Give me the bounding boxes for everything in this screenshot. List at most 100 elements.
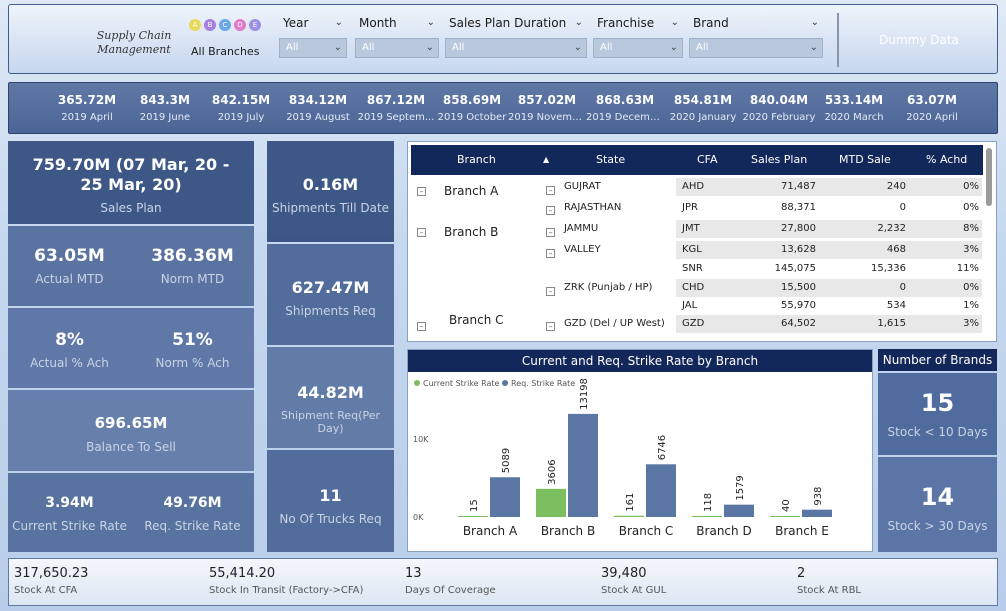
bar [770,516,800,517]
branch-c-icon[interactable]: C [219,19,231,31]
req-strike-rate: 49.76M Req. Strike Rate [144,495,241,533]
divider [837,13,839,67]
all-branches-label[interactable]: All Branches [191,45,259,58]
filter-month-select[interactable]: All ⌄ [355,38,439,58]
sort-icon[interactable]: ▲ [543,145,549,175]
chevron-down-icon[interactable]: ⌄ [671,15,683,31]
data-label: 161 [625,493,636,512]
filter-duration-select[interactable]: All ⌄ [445,38,587,58]
bar [692,516,722,517]
shipments-req-card: 627.47M Shipments Req [267,244,394,345]
chevron-down-icon[interactable]: ⌄ [335,15,347,31]
branch-e-icon[interactable]: E [249,19,261,31]
dropdown-icon: ⌄ [809,42,818,53]
state-cell: GZD (Del / UP West) [564,318,665,329]
filter-year-select[interactable]: All ⌄ [279,38,347,58]
data-label: 3606 [547,459,558,484]
filter-sales-plan-duration: Sales Plan Duration ⌄ All ⌄ [445,13,587,58]
filter-month-label: Month [359,16,397,30]
brands-title: Number of Brands [878,349,997,371]
col-state[interactable]: State [596,145,625,175]
month-card: 858.69M 2019 October [437,93,507,123]
month-card: 365.72M 2019 April [57,93,117,123]
legend-marker [414,380,420,386]
month-card: 868.63M 2019 December [586,93,664,123]
monthly-sales-strip: 365.72M 2019 April 843.3M 2019 June 842.15… [8,82,998,134]
filter-brand-label: Brand [693,16,729,30]
dropdown-icon: ⌄ [669,42,678,53]
bar [536,488,566,517]
y-tick-label: 10K [413,435,429,444]
branch-b-icon[interactable]: B [204,19,216,31]
filter-franchise-select[interactable]: All ⌄ [593,38,683,58]
bar [490,477,520,517]
balance-to-sell-card: 696.65M Balance To Sell [8,390,254,471]
stock-at-cfa: 317,650.23 Stock At CFA [14,566,89,596]
table-scrollbar[interactable] [986,148,992,206]
x-tick-label: Branch C [619,524,674,538]
table-header: Branch ▲ State CFA Sales Plan MTD Sale %… [411,145,983,175]
month-card: 834.12M 2019 August [286,93,350,123]
collapse-icon[interactable]: – [546,287,555,296]
app-logo: Supply Chain Management [96,29,172,56]
col-pct-achd[interactable]: % Achd [926,145,967,175]
data-label: 6746 [657,435,668,460]
data-label: 15 [469,499,480,512]
norm-pct-ach: 51% Norm % Ach [155,330,230,370]
branch-a-icon[interactable]: A [189,19,201,31]
filter-year-label: Year [283,16,309,30]
y-tick-label: 0K [413,513,424,522]
col-mtd-sale[interactable]: MTD Sale [839,145,891,175]
filter-duration-label: Sales Plan Duration [449,16,567,30]
mtd-card-row: 63.05M Actual MTD 386.36M Norm MTD [8,226,254,306]
bar [458,516,488,517]
branch-cell: Branch A [444,184,499,198]
filter-franchise: Franchise ⌄ All ⌄ [593,13,683,58]
dropdown-icon: ⌄ [425,42,434,53]
col-cfa[interactable]: CFA [697,145,718,175]
filter-month: Month ⌄ All ⌄ [355,13,439,58]
collapse-icon[interactable]: – [546,249,555,258]
bar [614,515,644,517]
col-branch[interactable]: Branch [457,145,496,175]
collapse-icon[interactable]: – [546,322,555,331]
dummy-data-label: Dummy Data [879,33,959,47]
filter-brand-select[interactable]: All ⌄ [689,38,823,58]
actual-pct-ach: 8% Actual % Ach [30,330,109,370]
collapse-icon[interactable]: – [417,322,426,331]
chevron-down-icon[interactable]: ⌄ [427,15,439,31]
collapse-icon[interactable]: – [546,206,555,215]
collapse-icon[interactable]: – [546,228,555,237]
month-card: 843.3M 2019 June [139,93,191,123]
x-tick-label: Branch B [541,524,595,538]
branch-d-icon[interactable]: D [234,19,246,31]
chevron-down-icon[interactable]: ⌄ [811,15,823,31]
branch-cell: Branch C [449,313,504,327]
stock-at-gul: 39,480 Stock At GUL [601,566,667,596]
month-card: 854.81M 2020 January [669,93,737,123]
filter-bar: Supply Chain Management A B C D E All Br… [8,4,998,74]
state-cell: RAJASTHAN [564,202,622,213]
data-label: 13198 [579,378,590,410]
collapse-icon[interactable]: – [417,228,426,237]
days-of-coverage: 13 Days Of Coverage [405,566,496,596]
filter-year: Year ⌄ All ⌄ [279,13,347,58]
trucks-req-card: 11 No Of Trucks Req [267,450,394,552]
strike-rate-row: 3.94M Current Strike Rate 49.76M Req. St… [8,473,254,552]
collapse-icon[interactable]: – [417,187,426,196]
data-label: 118 [703,493,714,512]
stock-in-transit: 55,414.20 Stock In Transit (Factory->CFA… [209,566,364,596]
branch-selector: A B C D E [189,19,261,31]
chevron-down-icon[interactable]: ⌄ [575,15,587,31]
collapse-icon[interactable]: – [546,186,555,195]
x-tick-label: Branch E [775,524,829,538]
shipment-req-per-day-card: 44.82M Shipment Req(Per Day) [267,347,394,448]
sales-plan-value: 759.70M (07 Mar, 20 - 25 Mar, 20) [32,155,230,194]
stock-at-rbl: 2 Stock At RBL [797,566,861,596]
month-card: 867.12M 2019 Septem... [357,93,435,123]
month-card: 857.02M 2019 November [508,93,586,123]
col-sales-plan[interactable]: Sales Plan [751,145,807,175]
chart-plot: Current Strike Rate Req. Strike Rate 10K 0K… [413,378,832,538]
bar [568,413,598,517]
pct-card-row: 8% Actual % Ach 51% Norm % Ach [8,308,254,388]
